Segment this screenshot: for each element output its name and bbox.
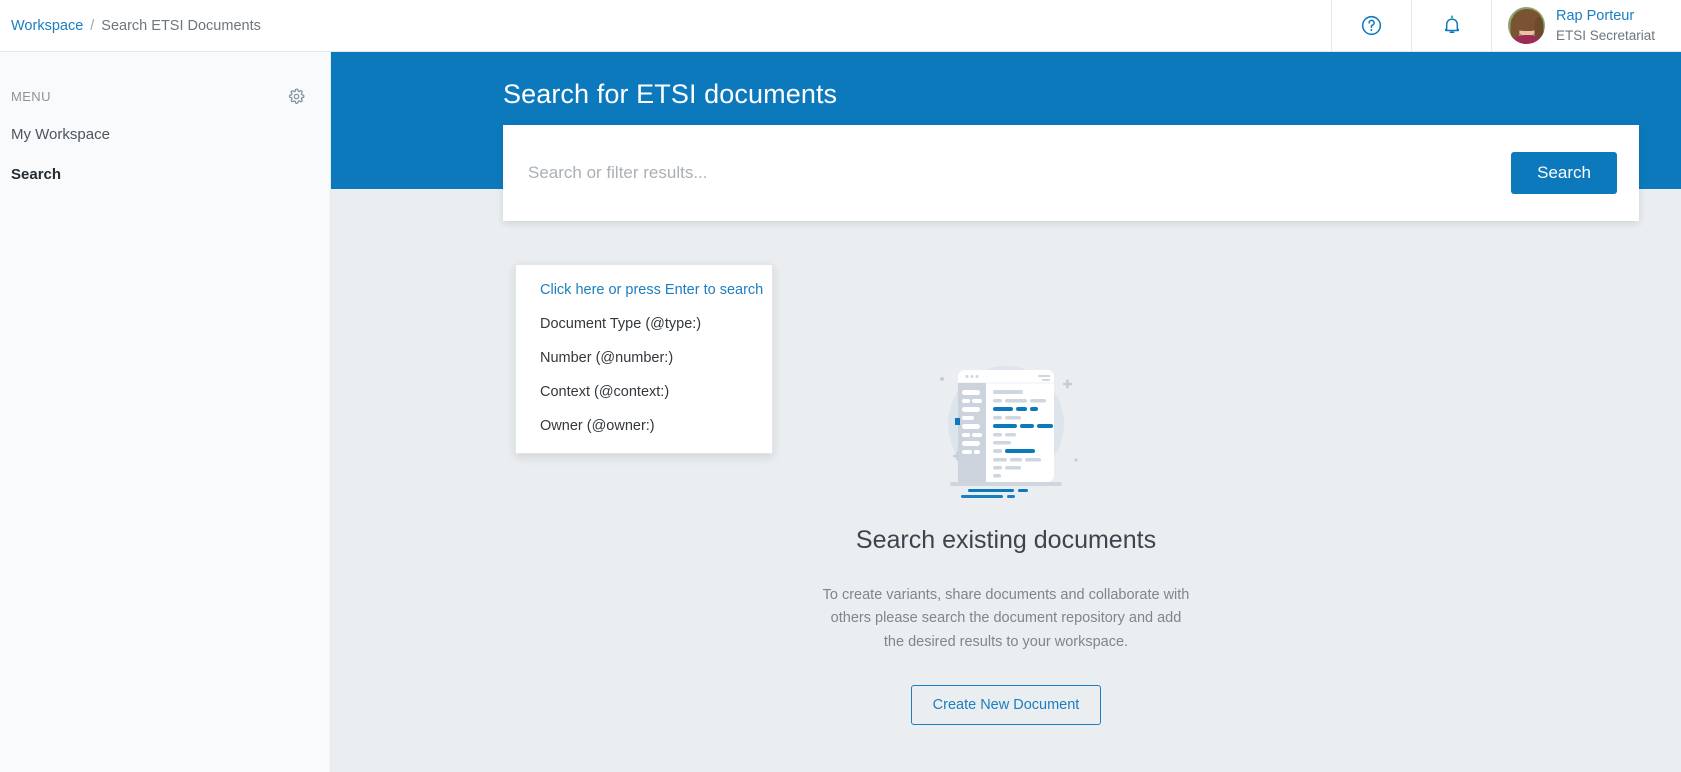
page-title: Search for ETSI documents [503, 79, 838, 109]
breadcrumb: Workspace / Search ETSI Documents [0, 0, 261, 51]
bell-icon [1441, 14, 1463, 37]
sidebar-menu-label: MENU [11, 88, 51, 104]
search-suggestions-dropdown: Click here or press Enter to search Docu… [515, 264, 773, 454]
breadcrumb-separator: / [90, 17, 95, 34]
suggestion-document-type[interactable]: Document Type (@type:) [516, 307, 772, 341]
search-input[interactable] [528, 163, 1512, 183]
suggestion-label: Number (@number:) [540, 350, 674, 366]
suggestion-number[interactable]: Number (@number:) [516, 341, 772, 375]
avatar [1508, 7, 1545, 44]
suggestion-label: Document Type (@type:) [540, 316, 702, 332]
notifications-button[interactable] [1411, 0, 1491, 51]
header-actions: Rap Porteur ETSI Secretariat [1331, 0, 1681, 51]
help-circle-icon [1360, 14, 1383, 37]
suggestion-label: Context (@context:) [540, 384, 670, 400]
breadcrumb-current: Search ETSI Documents [101, 17, 261, 34]
sidebar-item-label: My Workspace [11, 126, 110, 143]
empty-state-description: To create variants, share documents and … [822, 587, 1190, 650]
suggestion-owner[interactable]: Owner (@owner:) [516, 409, 772, 443]
help-button[interactable] [1331, 0, 1411, 51]
search-etsi-documents-page: Workspace / Search ETSI Documents Rap Po… [0, 0, 1681, 772]
user-menu[interactable]: Rap Porteur ETSI Secretariat [1491, 0, 1681, 51]
suggestion-label: Click here or press Enter to search [540, 282, 764, 298]
user-name: Rap Porteur [1556, 7, 1635, 24]
app-header: Workspace / Search ETSI Documents Rap Po… [0, 0, 1681, 52]
user-role: ETSI Secretariat [1556, 28, 1656, 44]
search-button[interactable]: Search [1511, 152, 1617, 194]
sidebar: MENU My Workspace Search [0, 52, 331, 772]
sidebar-menu-header: MENU [0, 77, 330, 115]
empty-state-title: Search existing documents [855, 526, 1157, 554]
suggestion-context[interactable]: Context (@context:) [516, 375, 772, 409]
sidebar-item-label: Search [11, 165, 62, 183]
header-spacer [261, 0, 1331, 51]
suggestion-label: Owner (@owner:) [540, 418, 655, 434]
main-content: Search for ETSI documents Search Click h… [331, 52, 1681, 772]
suggestion-press-enter[interactable]: Click here or press Enter to search [516, 273, 772, 307]
sidebar-item-search[interactable]: Search [0, 155, 330, 195]
create-new-document-button[interactable]: Create New Document [910, 685, 1102, 726]
search-panel: Search [503, 125, 1639, 221]
user-text: Rap Porteur ETSI Secretariat [1556, 6, 1655, 46]
breadcrumb-workspace-link[interactable]: Workspace [11, 18, 83, 34]
gear-icon[interactable] [288, 88, 305, 105]
sidebar-item-my-workspace[interactable]: My Workspace [0, 115, 330, 155]
document-window-illustration [906, 352, 1106, 502]
